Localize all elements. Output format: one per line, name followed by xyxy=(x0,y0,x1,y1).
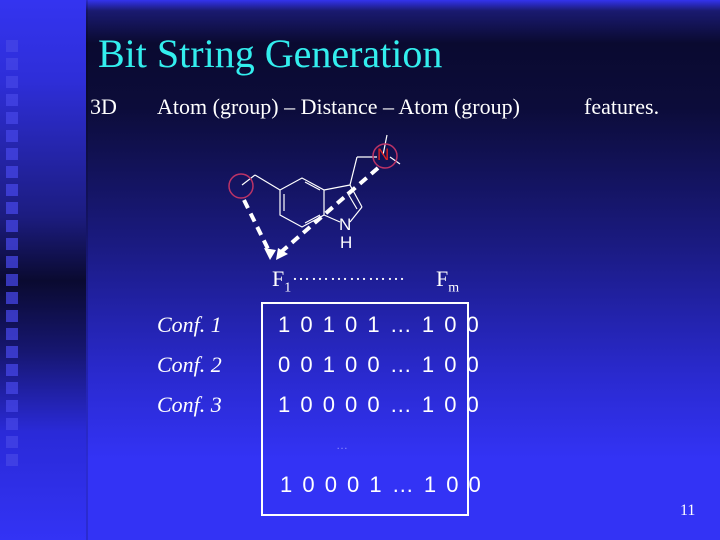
feature-last-label: Fm xyxy=(436,266,459,296)
atom-label-indole-h: H xyxy=(340,233,353,252)
bitstring-conf-2: 0 0 1 0 0 … 1 0 0 xyxy=(278,352,481,377)
feature-first-base: F xyxy=(272,266,285,291)
conf-label-1: Conf. 1 xyxy=(157,312,222,337)
atom-label-indole-n: N xyxy=(339,215,352,234)
bitstring-conf-3: 1 0 0 0 0 … 1 0 0 xyxy=(278,392,481,417)
feature-last-index: m xyxy=(448,280,460,296)
bond xyxy=(349,206,363,223)
bond xyxy=(323,214,341,223)
bond xyxy=(254,174,281,191)
feature-last-base: F xyxy=(436,266,449,291)
feature-first-index: 1 xyxy=(284,280,292,296)
page-number: 11 xyxy=(680,502,696,519)
highlight-circle-left xyxy=(228,173,254,199)
atom-label-amine-n: N xyxy=(377,145,390,164)
bitstring-combined: 1 0 0 0 1 … 1 0 0 xyxy=(280,472,483,497)
dashed-arrow-right xyxy=(278,166,380,255)
bond xyxy=(323,184,351,191)
arrowhead-left xyxy=(264,248,276,260)
ellipsis-more-conformations: … xyxy=(336,438,348,452)
bitstring-conf-1: 1 0 1 0 1 … 1 0 0 xyxy=(278,312,481,337)
conf-label-3: Conf. 3 xyxy=(157,392,222,417)
feature-dots: ……………… xyxy=(292,264,406,284)
bond xyxy=(349,156,358,186)
conf-label-2: Conf. 2 xyxy=(157,352,222,377)
dashed-arrow-left xyxy=(242,199,272,254)
feature-first-label: F1 xyxy=(272,266,291,296)
